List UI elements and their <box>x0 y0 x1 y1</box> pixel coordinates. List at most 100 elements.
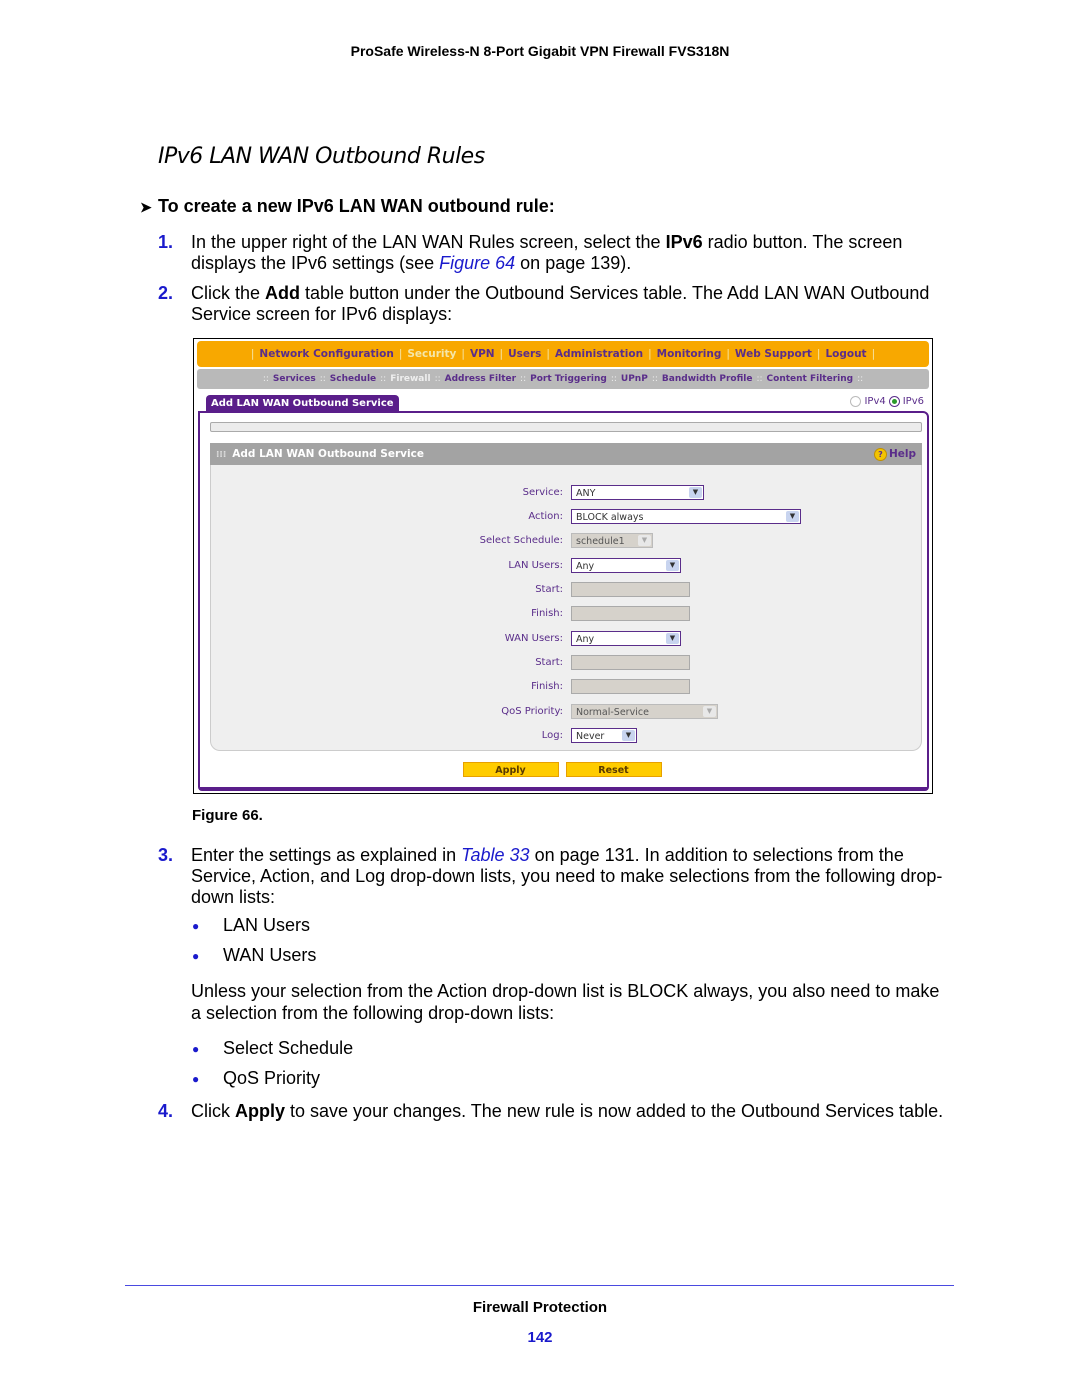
action-label: Action: <box>528 511 563 522</box>
ipv6-radio[interactable] <box>888 396 900 407</box>
bullet-icon: ● <box>192 919 200 934</box>
chevron-down-icon: ▼ <box>689 487 702 498</box>
help-icon: ? <box>873 447 887 461</box>
lan-users-label: LAN Users: <box>508 560 563 571</box>
step-2: 2. Click the Add table button under the … <box>158 283 948 325</box>
panel-tab[interactable]: Add LAN WAN Outbound Service <box>206 395 399 412</box>
wan-users-row: WAN Users: Any ▼ <box>211 631 923 649</box>
step-text: Enter the settings as explained in <box>191 845 462 865</box>
button-row: Apply Reset <box>194 762 930 777</box>
lan-finish-input[interactable] <box>571 606 690 621</box>
wan-start-label: Start: <box>535 657 563 668</box>
wan-users-value: Any <box>576 634 595 645</box>
bullet-item: ● LAN Users <box>192 915 310 936</box>
subnav-bandwidth-profile[interactable]: Bandwidth Profile <box>662 374 753 384</box>
lan-finish-label: Finish: <box>531 608 563 619</box>
ipv6-bold: IPv6 <box>665 232 703 252</box>
step-number: 2. <box>158 283 174 303</box>
wan-start-row: Start: <box>211 655 923 673</box>
ip-version-radio-group: IPv4 IPv6 <box>850 396 924 407</box>
bullet-text: QoS Priority <box>223 1068 321 1088</box>
status-bar <box>210 422 922 432</box>
page-number: 142 <box>527 1329 553 1346</box>
reset-button[interactable]: Reset <box>565 762 662 777</box>
lan-users-row: LAN Users: Any ▼ <box>211 558 923 576</box>
bullet-icon: ● <box>192 1072 200 1087</box>
nav-logout[interactable]: Logout <box>825 348 866 360</box>
service-row: Service: ANY ▼ <box>211 485 923 503</box>
step-text: In the upper right of the LAN WAN Rules … <box>191 232 666 252</box>
form-area: Service: ANY ▼ Action: BLOCK always ▼ Sele… <box>210 465 922 751</box>
subnav-schedule[interactable]: Schedule <box>330 374 376 384</box>
subnav-address-filter[interactable]: Address Filter <box>445 374 516 384</box>
qos-label: QoS Priority: <box>501 706 563 717</box>
schedule-value: schedule1 <box>576 536 625 547</box>
arrow-icon: ➤ <box>140 199 152 215</box>
step-4: 4. Click Apply to save your changes. The… <box>158 1101 948 1122</box>
lan-users-value: Any <box>576 561 595 572</box>
nav-administration[interactable]: Administration <box>555 348 643 360</box>
log-select[interactable]: Never ▼ <box>571 728 637 743</box>
running-header: ProSafe Wireless-N 8-Port Gigabit VPN Fi… <box>350 43 730 59</box>
step-number: 3. <box>158 845 174 865</box>
action-value: BLOCK always <box>576 512 644 523</box>
procedure-heading-text: To create a new IPv6 LAN WAN outbound ru… <box>158 196 555 216</box>
nav-security[interactable]: Security <box>407 348 456 360</box>
ipv4-radio[interactable] <box>850 396 862 407</box>
lan-start-row: Start: <box>211 582 923 600</box>
log-label: Log: <box>541 730 563 741</box>
service-value: ANY <box>576 488 596 499</box>
lan-users-select[interactable]: Any ▼ <box>571 558 681 573</box>
figure-caption: Figure 66. <box>192 807 263 824</box>
nav-network-configuration[interactable]: Network Configuration <box>259 348 393 360</box>
log-value: Never <box>576 731 605 742</box>
action-select[interactable]: BLOCK always ▼ <box>571 509 801 524</box>
panel: ⁞⁞⁞ Add LAN WAN Outbound Service ? Help Se… <box>198 411 929 791</box>
wan-users-select[interactable]: Any ▼ <box>571 631 681 646</box>
bullet-icon: ● <box>192 949 200 964</box>
log-row: Log: Never ▼ <box>211 728 923 746</box>
step-text: Click the <box>191 283 266 303</box>
top-navigation: | Network Configuration | Security | VPN | … <box>197 341 929 367</box>
step-number: 4. <box>158 1101 174 1121</box>
subnav-firewall[interactable]: Firewall <box>390 374 430 384</box>
bullet-item: ● WAN Users <box>192 945 316 966</box>
qos-value: Normal-Service <box>576 707 649 718</box>
procedure-heading: ➤ To create a new IPv6 LAN WAN outbound r… <box>140 196 555 217</box>
wan-users-label: WAN Users: <box>504 633 563 644</box>
footer-chapter-title: Firewall Protection <box>472 1299 608 1316</box>
chevron-down-icon: ▼ <box>666 633 679 644</box>
help-link[interactable]: ? Help <box>873 443 916 465</box>
followup-paragraph: Unless your selection from the Action dr… <box>191 981 940 1023</box>
qos-row: QoS Priority: Normal-Service ▼ <box>211 704 923 722</box>
nav-users[interactable]: Users <box>508 348 541 360</box>
nav-vpn[interactable]: VPN <box>470 348 495 360</box>
chevron-down-icon: ▼ <box>666 560 679 571</box>
schedule-label: Select Schedule: <box>479 535 563 546</box>
schedule-select[interactable]: schedule1 ▼ <box>571 533 653 548</box>
figure-64-link[interactable]: Figure 64 <box>439 253 515 273</box>
table-33-link[interactable]: Table 33 <box>461 845 529 865</box>
action-row: Action: BLOCK always ▼ <box>211 509 923 527</box>
service-select[interactable]: ANY ▼ <box>571 485 704 500</box>
apply-button[interactable]: Apply <box>462 762 559 777</box>
add-bold: Add <box>265 283 301 303</box>
step-text: Click <box>191 1101 235 1121</box>
apply-bold: Apply <box>235 1101 286 1121</box>
nav-monitoring[interactable]: Monitoring <box>657 348 722 360</box>
bullet-text: Select Schedule <box>223 1038 354 1058</box>
subnav-content-filtering[interactable]: Content Filtering <box>767 374 854 384</box>
subnav-port-triggering[interactable]: Port Triggering <box>530 374 607 384</box>
nav-web-support[interactable]: Web Support <box>735 348 812 360</box>
wan-finish-input[interactable] <box>571 679 690 694</box>
wan-start-input[interactable] <box>571 655 690 670</box>
subnav-services[interactable]: Services <box>273 374 316 384</box>
lan-start-input[interactable] <box>571 582 690 597</box>
sub-navigation: :: Services:: Schedule:: Firewall:: Addr… <box>197 369 929 389</box>
section-header: ⁞⁞⁞ Add LAN WAN Outbound Service ? Help <box>210 443 922 465</box>
qos-select[interactable]: Normal-Service ▼ <box>571 704 718 719</box>
subnav-upnp[interactable]: UPnP <box>621 374 648 384</box>
lan-start-label: Start: <box>535 584 563 595</box>
bullet-text: LAN Users <box>223 915 311 935</box>
wan-finish-row: Finish: <box>211 679 923 697</box>
